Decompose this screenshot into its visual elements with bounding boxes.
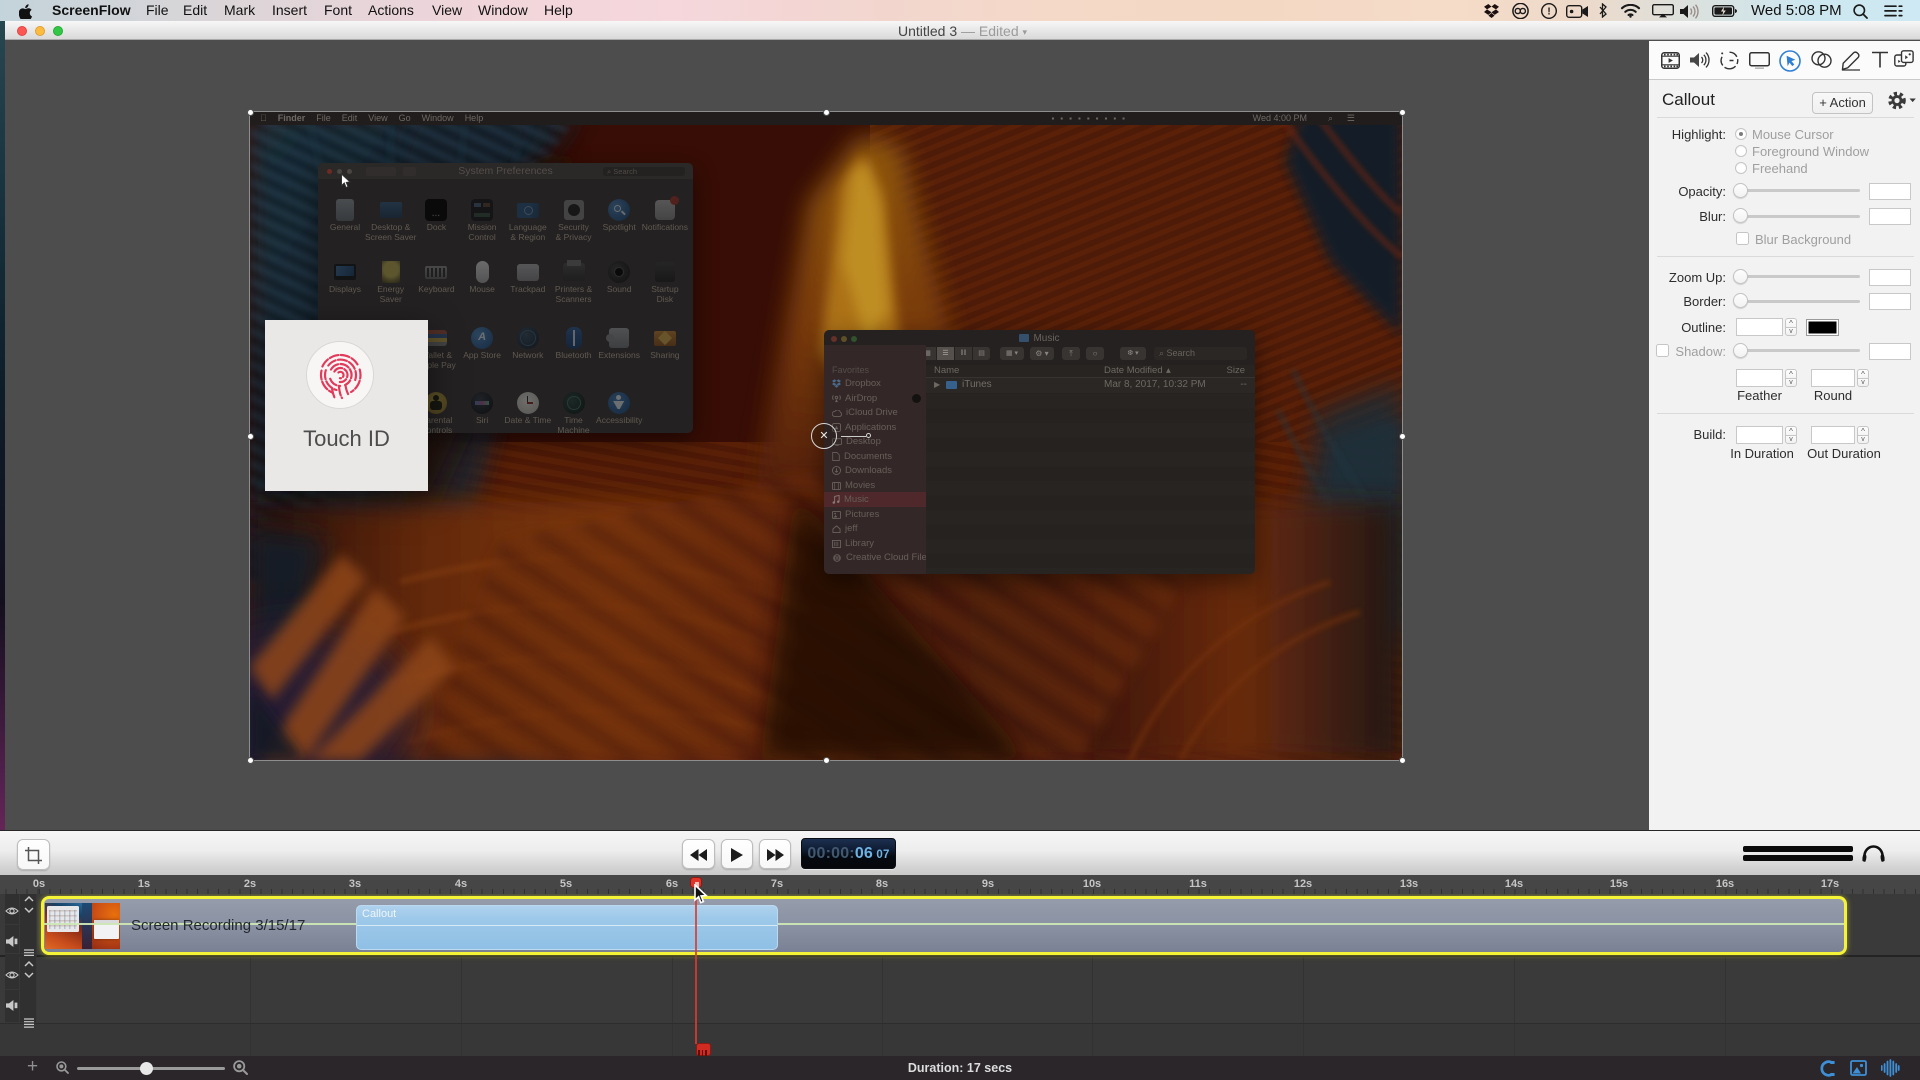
svg-text:!: !: [1547, 7, 1550, 18]
